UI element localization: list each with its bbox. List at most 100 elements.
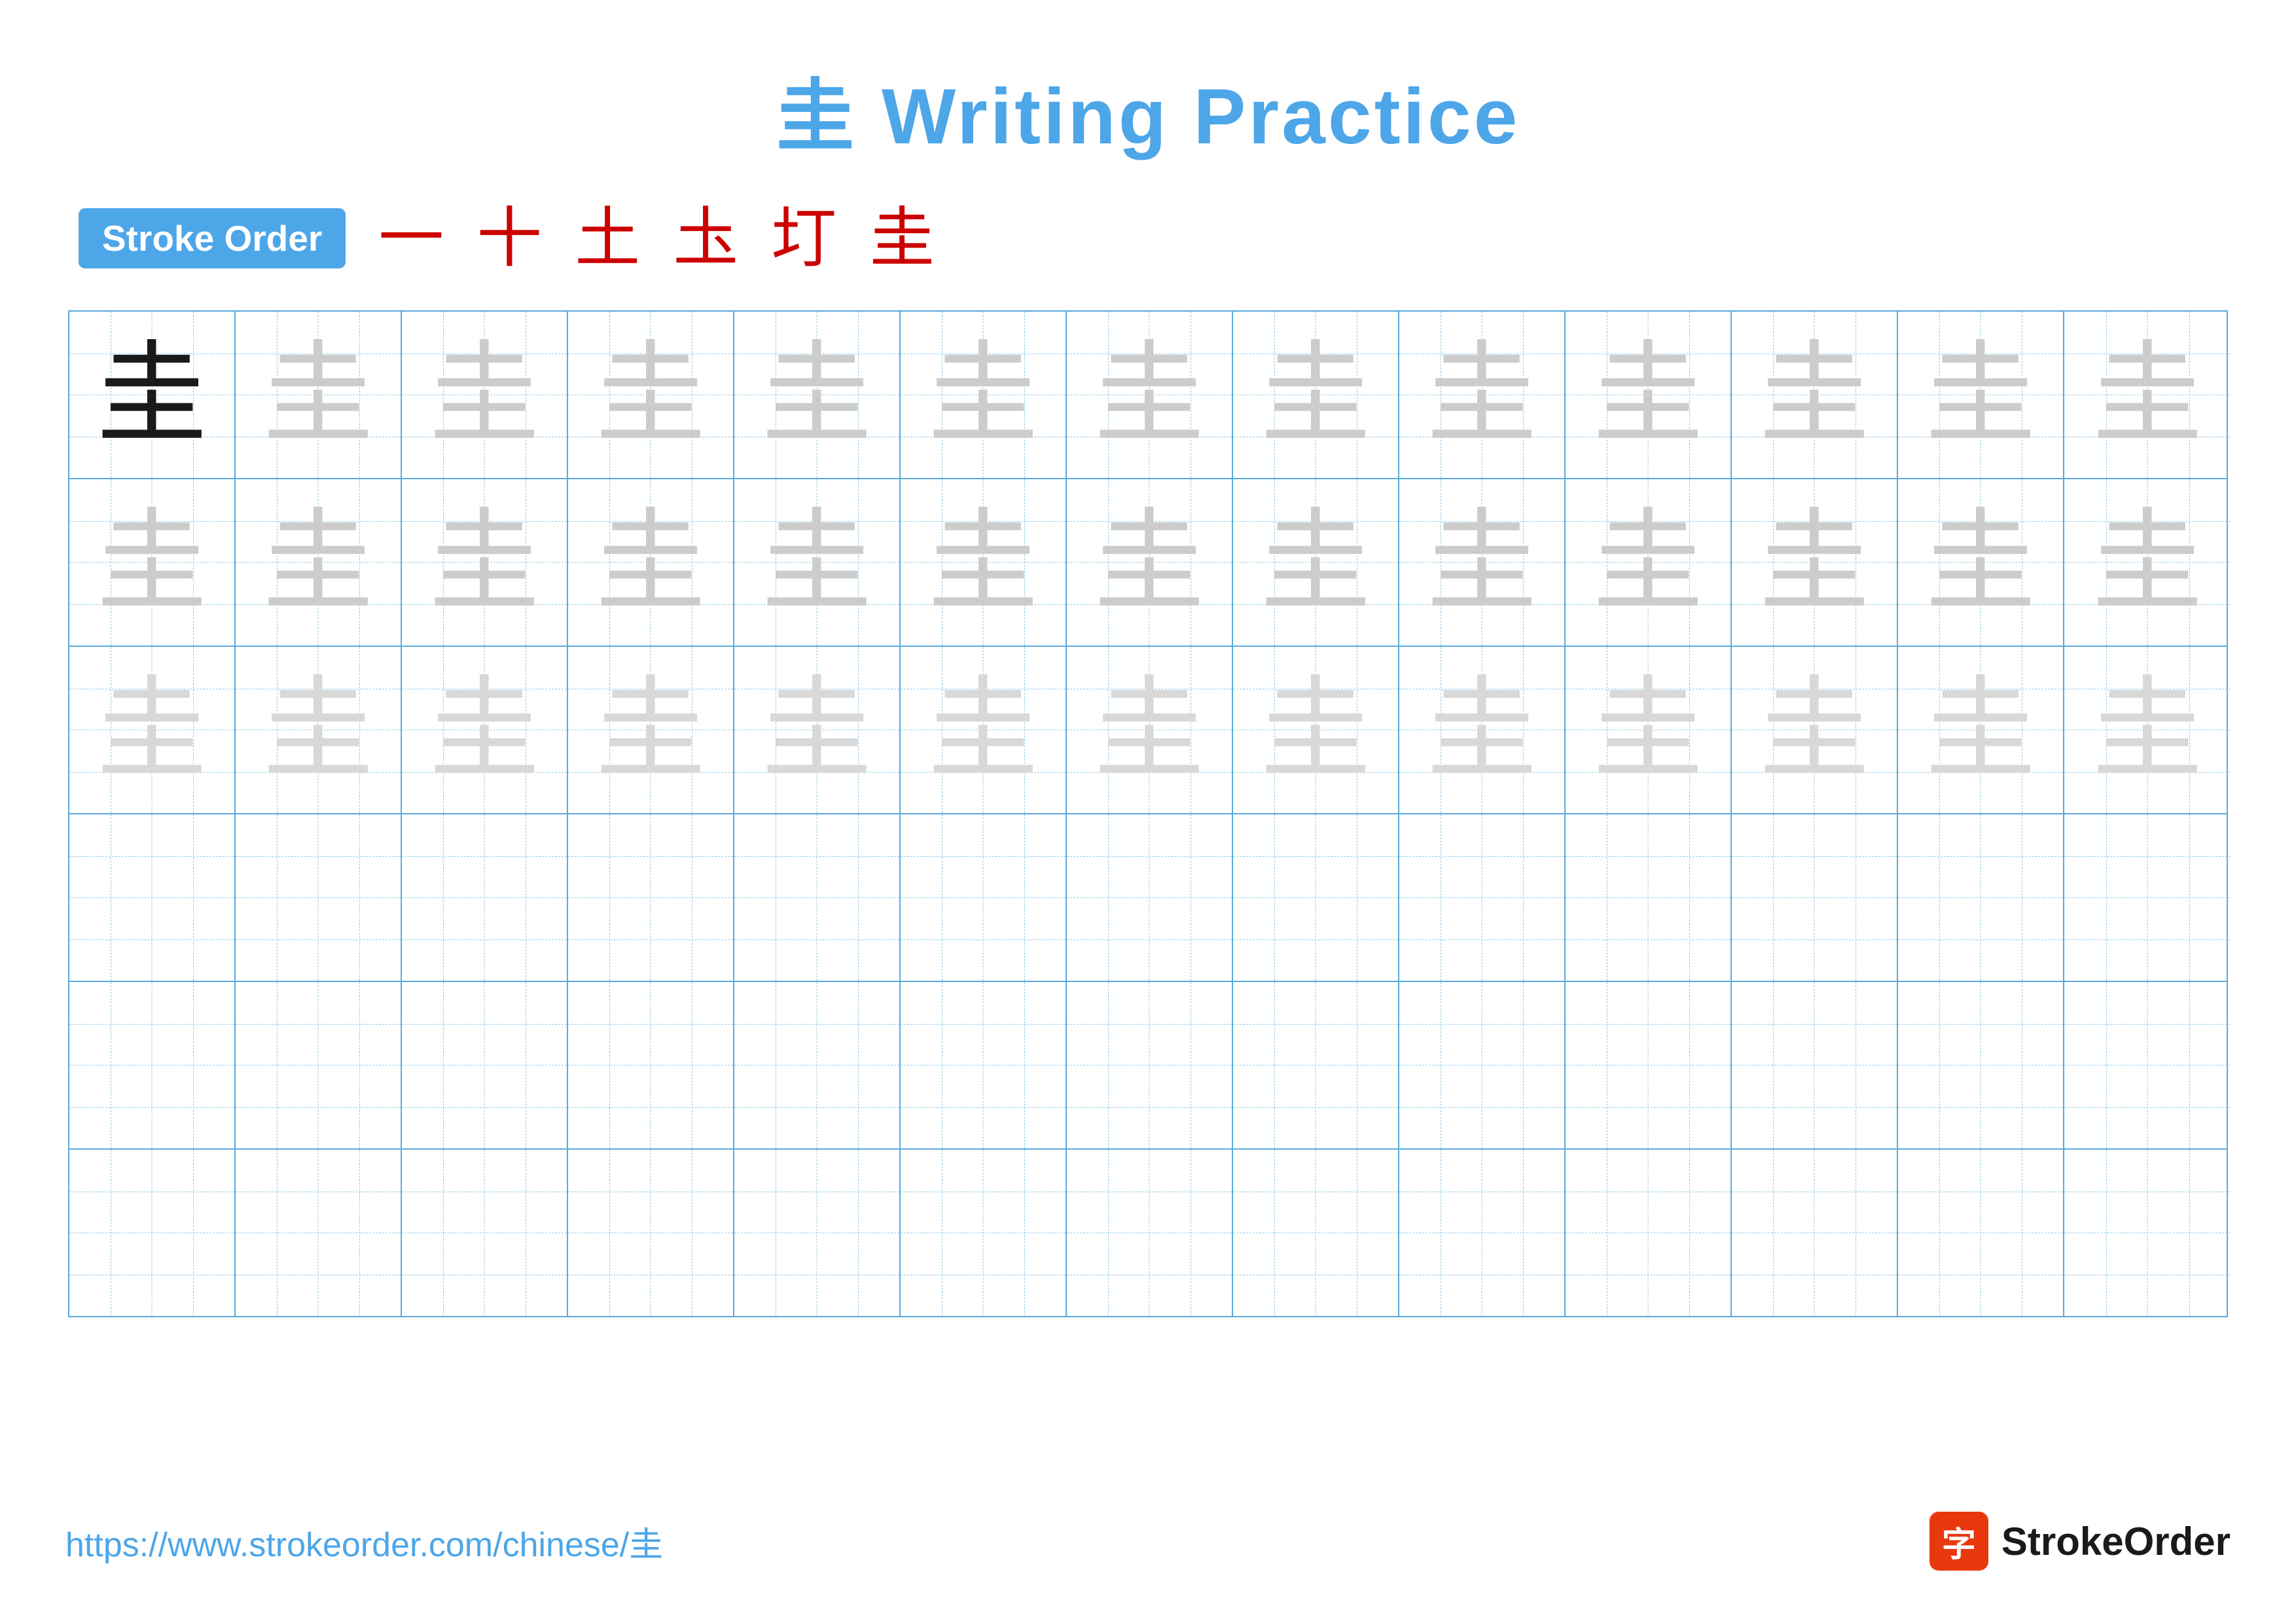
practice-character: 圭 [1592,507,1704,618]
grid-cell[interactable] [2064,982,2231,1148]
logo-icon: 字 [1929,1512,1988,1571]
grid-cell[interactable]: 圭 [1399,312,1566,478]
title-character: 圭 [776,73,857,160]
grid-cell[interactable] [1732,814,1898,981]
grid-cell[interactable] [1233,982,1399,1148]
title-text: Writing Practice [857,73,1520,160]
grid-cell[interactable]: 圭 [734,647,901,813]
footer-logo: 字 StrokeOrder [1929,1512,2231,1571]
grid-cell[interactable] [734,814,901,981]
grid-cell[interactable] [69,814,236,981]
grid-cell[interactable] [1566,814,1732,981]
grid-cell[interactable]: 圭 [568,647,734,813]
grid-row-4 [69,814,2227,982]
grid-cell[interactable] [1399,1150,1566,1316]
grid-cell[interactable] [402,1150,568,1316]
grid-cell[interactable]: 圭 [734,312,901,478]
grid-cell[interactable]: 圭 [1732,312,1898,478]
grid-cell[interactable]: 圭 [1399,479,1566,646]
grid-cell[interactable]: 圭 [236,479,402,646]
practice-character: 圭 [1759,339,1870,450]
grid-cell[interactable] [901,1150,1067,1316]
grid-cell[interactable]: 圭 [1566,312,1732,478]
grid-cell[interactable] [236,982,402,1148]
grid-cell[interactable]: 圭 [1067,312,1233,478]
grid-cell[interactable] [568,814,734,981]
grid-cell[interactable]: 圭 [236,312,402,478]
grid-cell[interactable]: 圭 [402,647,568,813]
grid-cell[interactable] [1732,1150,1898,1316]
grid-cell[interactable] [568,982,734,1148]
grid-cell[interactable] [236,1150,402,1316]
grid-cell[interactable] [1067,982,1233,1148]
grid-cell[interactable]: 圭 [1566,647,1732,813]
practice-character: 圭 [1759,674,1870,786]
grid-cell[interactable] [901,982,1067,1148]
grid-cell[interactable] [69,982,236,1148]
grid-cell[interactable] [402,982,568,1148]
grid-cell[interactable]: 圭 [2064,479,2231,646]
grid-cell[interactable]: 圭 [1898,312,2064,478]
grid-cell[interactable]: 圭 [1067,647,1233,813]
grid-cell[interactable]: 圭 [402,479,568,646]
practice-character: 圭 [1426,674,1537,786]
grid-cell[interactable] [1067,1150,1233,1316]
grid-cell[interactable]: 圭 [901,312,1067,478]
grid-cell[interactable]: 圭 [1732,479,1898,646]
grid-row-3: 圭圭圭圭圭圭圭圭圭圭圭圭圭 [69,647,2227,814]
grid-cell[interactable]: 圭 [1399,647,1566,813]
grid-cell[interactable] [1898,982,2064,1148]
grid-cell[interactable]: 圭 [1233,479,1399,646]
grid-cell[interactable] [1399,814,1566,981]
grid-cell[interactable] [1233,1150,1399,1316]
practice-character: 圭 [927,339,1039,450]
grid-cell[interactable] [1898,1150,2064,1316]
grid-cell[interactable]: 圭 [1566,479,1732,646]
grid-cell[interactable] [236,814,402,981]
grid-cell[interactable]: 圭 [2064,647,2231,813]
practice-grid: 圭圭圭圭圭圭圭圭圭圭圭圭圭 圭圭圭圭圭圭圭圭圭圭圭圭圭 圭圭圭圭圭圭圭圭圭圭圭圭… [68,310,2228,1317]
grid-cell[interactable]: 圭 [901,479,1067,646]
grid-cell[interactable]: 圭 [1233,312,1399,478]
practice-character: 圭 [96,339,207,450]
practice-character: 圭 [1094,674,1205,786]
practice-character: 圭 [595,339,706,450]
grid-cell[interactable]: 圭 [69,479,236,646]
grid-cell[interactable] [2064,1150,2231,1316]
grid-cell[interactable]: 圭 [1067,479,1233,646]
grid-cell[interactable]: 圭 [1732,647,1898,813]
grid-cell[interactable] [1732,982,1898,1148]
grid-cell[interactable]: 圭 [901,647,1067,813]
practice-character: 圭 [429,507,540,618]
grid-cell[interactable]: 圭 [1898,479,2064,646]
grid-cell[interactable] [568,1150,734,1316]
grid-cell[interactable] [1898,814,2064,981]
grid-cell[interactable] [734,1150,901,1316]
grid-cell[interactable]: 圭 [568,312,734,478]
grid-cell[interactable]: 圭 [236,647,402,813]
practice-character: 圭 [927,507,1039,618]
grid-cell[interactable]: 圭 [69,647,236,813]
grid-cell[interactable]: 圭 [734,479,901,646]
stroke-step-5: 圢 [771,206,836,271]
grid-cell[interactable]: 圭 [568,479,734,646]
practice-character: 圭 [1925,507,2036,618]
practice-character: 圭 [1094,339,1205,450]
grid-cell[interactable]: 圭 [402,312,568,478]
grid-cell[interactable]: 圭 [1233,647,1399,813]
grid-cell[interactable] [69,1150,236,1316]
grid-cell[interactable] [1233,814,1399,981]
grid-cell[interactable] [1566,1150,1732,1316]
grid-cell[interactable] [1566,982,1732,1148]
grid-cell[interactable] [2064,814,2231,981]
grid-cell[interactable] [734,982,901,1148]
grid-cell[interactable]: 圭 [69,312,236,478]
grid-cell[interactable] [402,814,568,981]
grid-cell[interactable]: 圭 [2064,312,2231,478]
stroke-step-4: 圡 [673,206,738,271]
grid-cell[interactable]: 圭 [1898,647,2064,813]
grid-cell[interactable] [901,814,1067,981]
grid-cell[interactable] [1399,982,1566,1148]
practice-character: 圭 [1094,507,1205,618]
grid-cell[interactable] [1067,814,1233,981]
